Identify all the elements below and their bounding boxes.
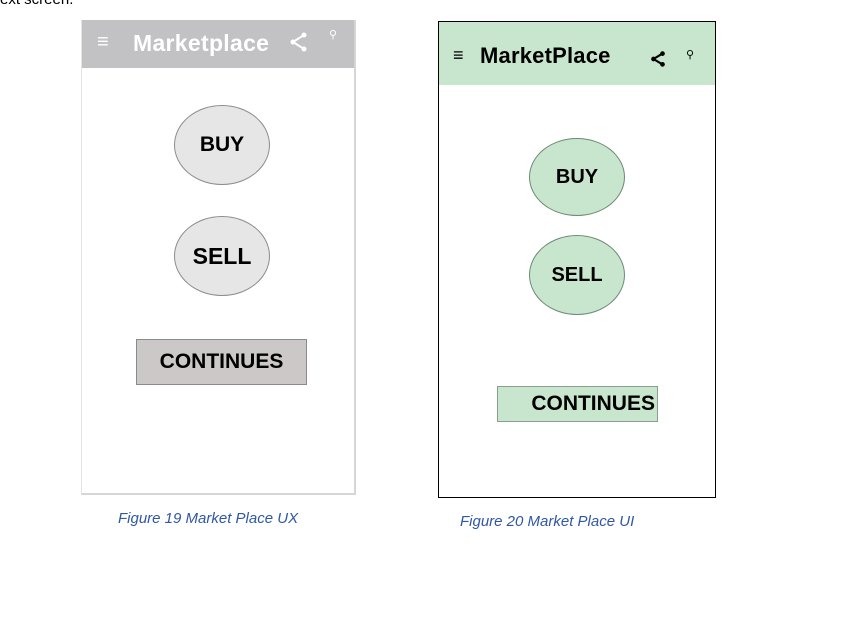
search-icon[interactable]: ⚲: [329, 28, 337, 41]
ui-app-bar: ≡ MarketPlace ⚲: [439, 22, 715, 85]
figure-caption-ui: Figure 20 Market Place UI: [460, 513, 635, 530]
share-icon[interactable]: [649, 50, 667, 68]
sell-button[interactable]: SELL: [174, 216, 270, 296]
ux-phone-mockup: ≡ Marketplace ⚲ BUY SELL CONTINUES: [81, 20, 356, 495]
document-text-fragment: ext screen.: [0, 0, 73, 8]
continue-button[interactable]: CONTINUES: [497, 386, 658, 422]
buy-button[interactable]: BUY: [174, 105, 270, 185]
buy-button[interactable]: BUY: [529, 138, 625, 216]
continue-button[interactable]: CONTINUES: [136, 339, 307, 385]
menu-icon[interactable]: ≡: [97, 31, 109, 54]
share-icon[interactable]: [289, 32, 309, 52]
figure-caption-ux: Figure 19 Market Place UX: [118, 510, 299, 527]
search-icon[interactable]: ⚲: [686, 48, 694, 61]
ux-app-title: Marketplace: [133, 30, 270, 56]
menu-icon[interactable]: ≡: [453, 45, 464, 66]
ui-phone-mockup: ≡ MarketPlace ⚲ BUY SELL CONTINUES: [438, 21, 716, 498]
ui-app-title: MarketPlace: [480, 43, 611, 68]
ux-app-bar: ≡ Marketplace ⚲: [82, 20, 354, 68]
sell-button[interactable]: SELL: [529, 235, 625, 315]
